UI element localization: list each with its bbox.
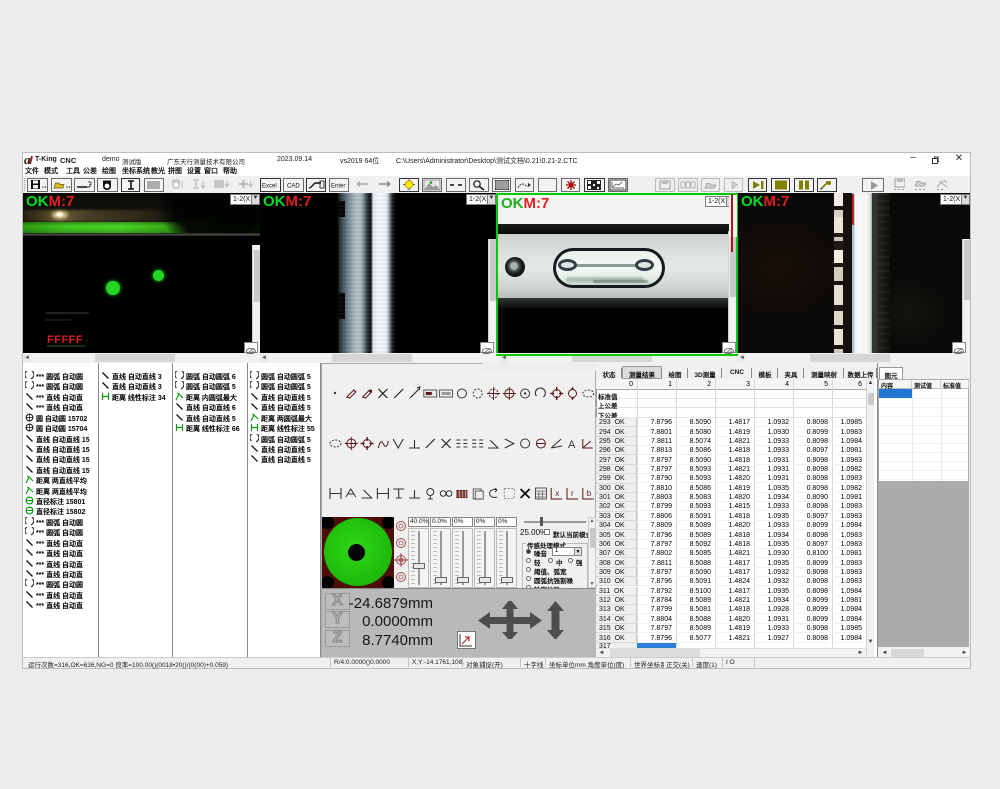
svg-text:CAD: CAD — [287, 184, 300, 190]
svg-text:b: b — [587, 489, 592, 498]
svg-text:r: r — [571, 489, 574, 498]
svg-text:A: A — [568, 439, 576, 451]
svg-text:x: x — [555, 489, 559, 498]
svg-text:Excel: Excel — [262, 184, 277, 190]
svg-text:Enter: Enter — [331, 184, 345, 190]
